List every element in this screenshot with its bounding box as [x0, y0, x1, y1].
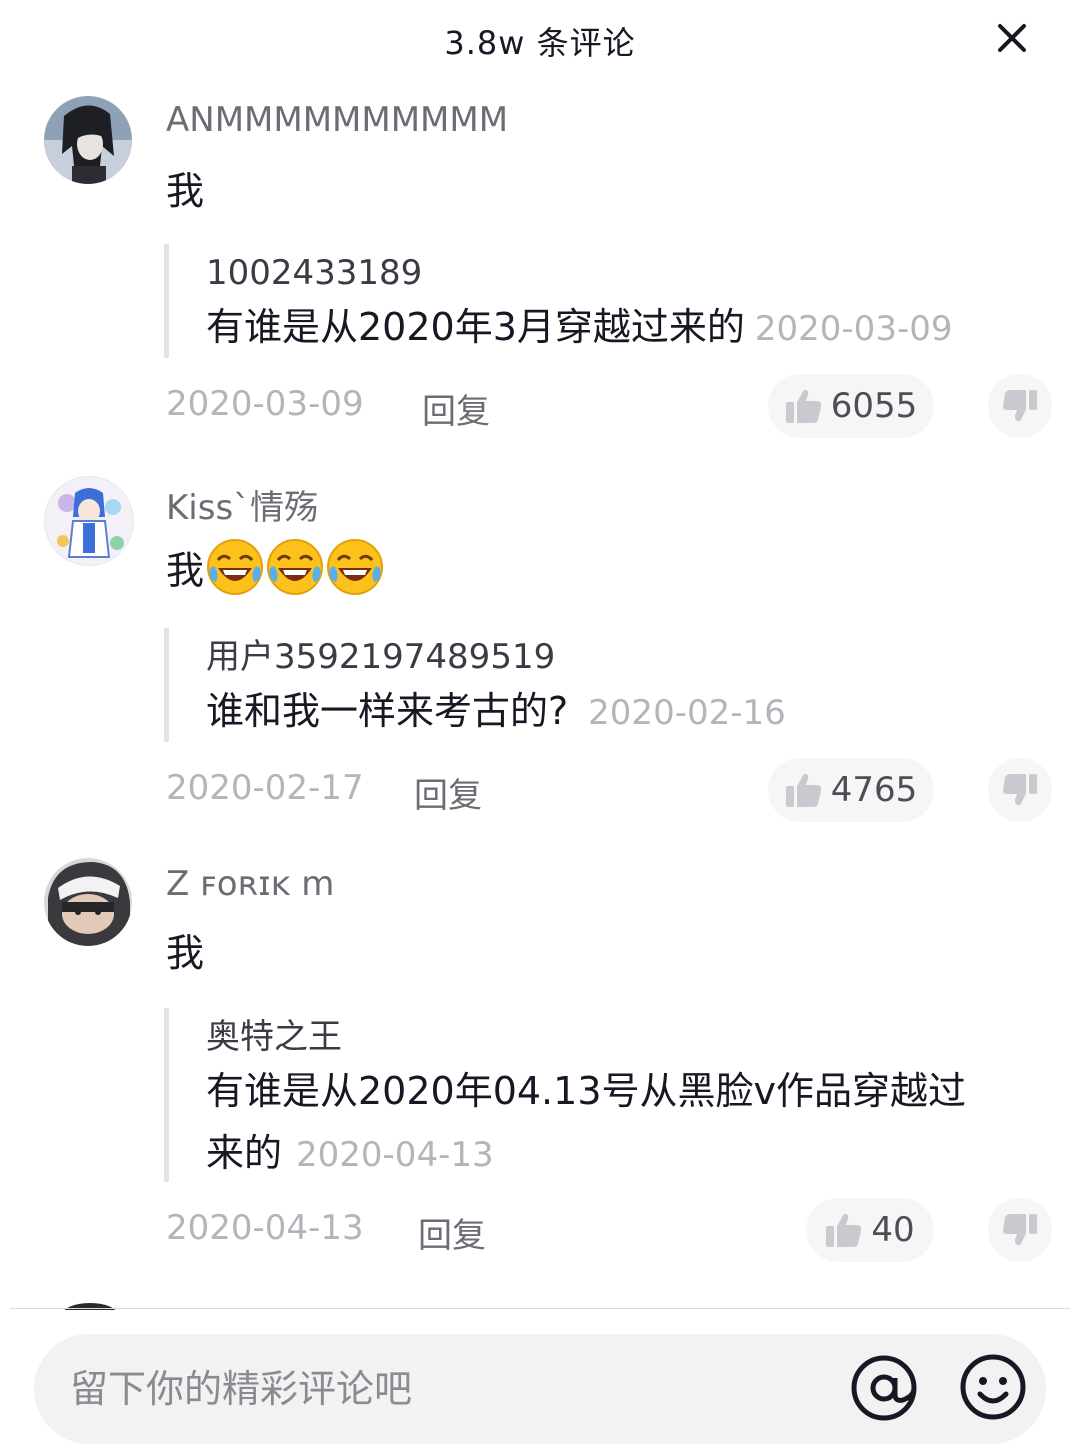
comment-text: 我: [166, 931, 205, 975]
thumbs-down-icon: [1003, 774, 1037, 806]
comment-composer: [34, 1334, 1046, 1444]
laughing-crying-emoji-icon: [207, 539, 264, 595]
comment-date: 2020-04-13: [166, 1208, 364, 1248]
avatar[interactable]: [44, 858, 132, 946]
comment-username[interactable]: ANMMMMMMMMMM: [166, 100, 508, 140]
quoted-username[interactable]: 1002433189: [206, 250, 1024, 296]
quoted-text-line: 有谁是从2020年04.13号从黑脸v作品穿越过: [206, 1069, 966, 1113]
reply-button[interactable]: 回复: [422, 384, 490, 433]
reply-button[interactable]: 回复: [418, 1208, 486, 1257]
comment-text: 我: [166, 538, 384, 596]
comment-text-body: 我: [166, 548, 205, 593]
comment-meta: 2020-04-13 回复 40: [166, 1198, 1052, 1262]
comment-count-title: 3.8w 条评论: [444, 24, 636, 62]
quoted-username[interactable]: 用户3592197489519: [206, 634, 1024, 680]
quoted-text: 有谁是从2020年3月穿越过来的 2020-03-09: [206, 296, 1024, 360]
comment-text: 我: [166, 169, 205, 213]
dislike-button[interactable]: [988, 758, 1052, 822]
thumbs-up-icon: [785, 773, 821, 807]
laughing-crying-emoji-icon: [327, 539, 384, 595]
comment-meta: 2020-02-17 回复 4765: [166, 758, 1052, 822]
like-count: 6055: [830, 386, 918, 426]
quoted-text: 谁和我一样来考古的? 2020-02-16: [206, 680, 1024, 744]
comment-username[interactable]: Kiss`情殇: [166, 480, 318, 529]
like-count: 4765: [830, 770, 918, 810]
thumbs-down-icon: [1003, 390, 1037, 422]
smiley-icon[interactable]: [958, 1352, 1028, 1422]
quoted-text-body: 来的: [206, 1131, 283, 1175]
at-icon[interactable]: [848, 1352, 920, 1424]
thumbs-up-icon: [826, 1213, 862, 1247]
close-icon[interactable]: [992, 18, 1032, 58]
comment-meta: 2020-03-09 回复 6055: [166, 374, 1052, 438]
comments-header: 3.8w 条评论: [0, 0, 1080, 78]
quoted-date: 2020-02-16: [588, 693, 786, 733]
avatar[interactable]: [44, 96, 132, 184]
comment-username[interactable]: Z ꜰᴏʀɪᴋ m: [166, 864, 334, 904]
like-count: 40: [871, 1210, 915, 1250]
quoted-comment: 奥特之王 有谁是从2020年04.13号从黑脸v作品穿越过 来的 2020-04-…: [164, 1008, 1024, 1182]
quoted-date: 2020-03-09: [754, 309, 953, 349]
quoted-date: 2020-04-13: [296, 1135, 494, 1175]
thumbs-up-icon: [785, 389, 821, 423]
avatar[interactable]: [44, 476, 134, 566]
laughing-crying-emoji-icon: [267, 539, 324, 595]
quoted-text-body: 谁和我一样来考古的?: [206, 689, 569, 733]
quoted-comment: 用户3592197489519 谁和我一样来考古的? 2020-02-16: [164, 628, 1024, 742]
like-button[interactable]: 4765: [768, 758, 934, 822]
quoted-text-body: 有谁是从2020年3月穿越过来的: [206, 305, 745, 349]
dislike-button[interactable]: [988, 1198, 1052, 1262]
composer-divider: [10, 1308, 1070, 1309]
like-button[interactable]: 40: [806, 1198, 934, 1262]
quoted-text: 来的 2020-04-13: [206, 1122, 1024, 1186]
reply-button[interactable]: 回复: [414, 768, 482, 817]
comment-date: 2020-02-17: [166, 768, 364, 808]
comment-input[interactable]: [68, 1348, 852, 1430]
like-button[interactable]: 6055: [768, 374, 934, 438]
dislike-button[interactable]: [988, 374, 1052, 438]
thumbs-down-icon: [1003, 1214, 1037, 1246]
quoted-username[interactable]: 奥特之王: [206, 1014, 1024, 1060]
comment-date: 2020-03-09: [166, 384, 364, 424]
quoted-comment: 1002433189 有谁是从2020年3月穿越过来的 2020-03-09: [164, 244, 1024, 358]
